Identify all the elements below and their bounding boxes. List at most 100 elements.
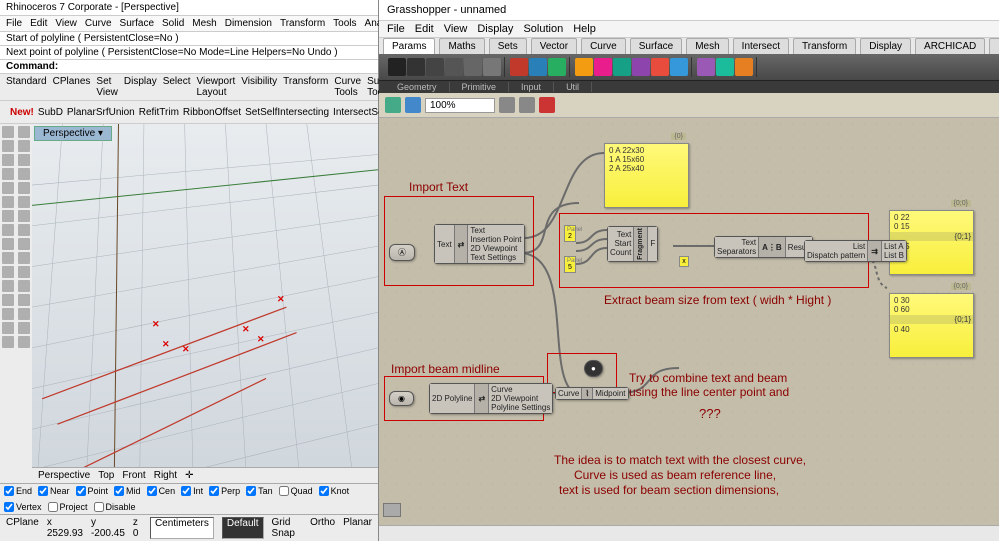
tool-icon[interactable] [18,294,30,306]
save-icon[interactable] [405,97,421,113]
tool-icon[interactable] [18,238,30,250]
param-archicad-a[interactable]: Ⓐ [389,244,415,261]
btn-refit[interactable]: RefitTrim [139,107,179,118]
gh-tab-mesh[interactable]: Mesh [686,38,728,54]
status-gridsnap[interactable]: Grid Snap [272,517,303,539]
tool-icon[interactable] [18,126,30,138]
tool-icon[interactable] [18,224,30,236]
tool-icon[interactable] [2,336,14,348]
mdslider-icon[interactable] [383,503,401,517]
toolbar-tabs[interactable]: Standard CPlanes Set View Display Select… [0,74,378,101]
gh-tab-vector[interactable]: Vector [531,38,577,54]
gh-canvas-toolbar[interactable] [379,93,999,118]
osnap-point[interactable]: Point [76,486,109,496]
rhino-toolbar[interactable]: New! SubD PlanarSrfUnion RefitTrim Ribbo… [0,101,378,124]
gh-tab-maths[interactable]: Maths [439,38,484,54]
status-units[interactable]: Centimeters [150,517,214,539]
status-ortho[interactable]: Ortho [310,517,335,539]
tool-icon[interactable] [2,266,14,278]
rib-icon[interactable] [407,58,425,76]
tool-icon[interactable] [2,308,14,320]
vp-tab-right[interactable]: Right [154,470,177,481]
osnap-end[interactable]: End [4,486,32,496]
gh-tab-curve[interactable]: Curve [581,38,626,54]
gh-titlebar[interactable]: Grasshopper - unnamed — ☐ ✕ [379,0,999,21]
gh-component-tabs[interactable]: Params Maths Sets Vector Curve Surface M… [379,38,999,54]
tool-icon[interactable] [18,182,30,194]
gh-menu-help[interactable]: Help [573,23,596,35]
tool-icon[interactable] [2,126,14,138]
menu-tools[interactable]: Tools [333,18,356,29]
tool-icon[interactable] [2,252,14,264]
tab-vplayout[interactable]: Viewport Layout [197,76,236,98]
gh-tab-sets[interactable]: Sets [489,38,527,54]
component-polyline-import[interactable]: 2D Polyline ⇄ Curve 2D Viewpoint Polylin… [429,383,553,414]
menu-transform[interactable]: Transform [280,18,325,29]
btn-new[interactable]: New! [10,107,34,118]
vp-tab-front[interactable]: Front [122,470,145,481]
osnap-project[interactable]: Project [48,502,88,512]
left-toolbar-2[interactable] [16,124,32,483]
gh-tab-pufferfish[interactable]: Pufferfish [989,38,999,54]
tab-transform[interactable]: Transform [283,76,328,98]
command-prompt[interactable]: Command: [0,60,378,74]
tool-icon[interactable] [2,154,14,166]
menu-file[interactable]: File [6,18,22,29]
status-planar[interactable]: Planar [343,517,372,539]
component-dispatch[interactable]: List Dispatch pattern ⇉ List A List B [804,240,907,262]
tool-icon[interactable] [18,168,30,180]
rib-icon[interactable] [651,58,669,76]
preview-icon[interactable] [519,97,535,113]
osnap-tan[interactable]: Tan [246,486,273,496]
tool-icon[interactable] [18,210,30,222]
tool-icon[interactable] [18,196,30,208]
osnap-knot[interactable]: Knot [319,486,350,496]
gh-menu-edit[interactable]: Edit [415,23,434,35]
menu-dimension[interactable]: Dimension [225,18,272,29]
rhino-menubar[interactable]: File Edit View Curve Surface Solid Mesh … [0,16,378,32]
gh-menu-file[interactable]: File [387,23,405,35]
zoom-input[interactable] [425,98,495,113]
tool-icon[interactable] [2,168,14,180]
panel-result-b[interactable]: {0;0} 0 30 0 60 {0;1} 0 40 [889,293,974,358]
rib-icon[interactable] [632,58,650,76]
osnap-vertex[interactable]: Vertex [4,502,42,512]
osnap-mid[interactable]: Mid [114,486,141,496]
component-text-fragment[interactable]: Text Start Count Fragment F [607,226,658,262]
open-icon[interactable] [385,97,401,113]
tab-visibility[interactable]: Visibility [241,76,277,98]
menu-mesh[interactable]: Mesh [192,18,216,29]
tab-display[interactable]: Display [124,76,157,98]
gh-tab-surface[interactable]: Surface [630,38,682,54]
rib-icon[interactable] [483,58,501,76]
rib-icon[interactable] [510,58,528,76]
viewport-perspective[interactable]: Perspective ▾ ✕ ✕ ✕ ✕ ✕ ✕ [32,124,378,483]
tool-icon[interactable] [18,336,30,348]
rib-icon[interactable] [426,58,444,76]
menu-surface[interactable]: Surface [120,18,154,29]
osnap-disable[interactable]: Disable [94,502,136,512]
gh-menubar[interactable]: File Edit View Display Solution Help [379,21,999,38]
btn-subd[interactable]: SubD [38,107,63,118]
gh-menu-display[interactable]: Display [477,23,513,35]
gh-menu-solution[interactable]: Solution [523,23,563,35]
gh-tab-params[interactable]: Params [383,38,435,54]
tool-icon[interactable] [18,322,30,334]
rib-icon[interactable] [548,58,566,76]
gh-ribbon[interactable] [379,54,999,81]
tool-icon[interactable] [2,182,14,194]
tool-icon[interactable] [18,308,30,320]
gh-tab-archicad[interactable]: ARCHICAD [915,38,985,54]
menu-solid[interactable]: Solid [162,18,184,29]
tool-icon[interactable] [18,252,30,264]
rib-icon[interactable] [670,58,688,76]
gh-canvas[interactable]: Import Text Import beam midline Extract … [379,118,999,525]
tool-icon[interactable] [2,224,14,236]
gh-tab-intersect[interactable]: Intersect [733,38,789,54]
sketch-icon[interactable] [539,97,555,113]
btn-ribbon[interactable]: RibbonOffset [183,107,241,118]
vp-tab-add[interactable]: ✛ [185,470,193,481]
left-toolbar[interactable] [0,124,16,483]
rib-icon[interactable] [697,58,715,76]
tool-icon[interactable] [2,322,14,334]
